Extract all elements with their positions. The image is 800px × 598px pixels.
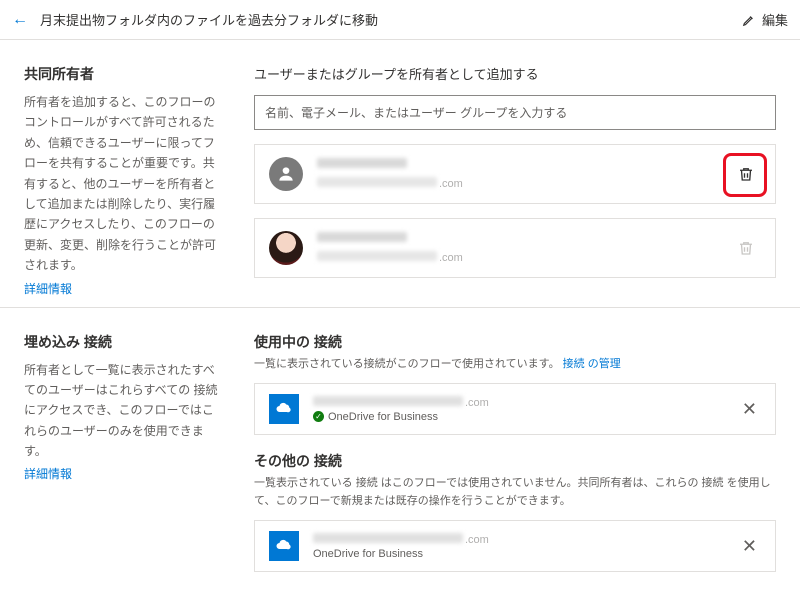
check-icon: ✓	[313, 411, 324, 422]
add-owner-heading: ユーザーまたはグループを所有者として追加する	[254, 64, 776, 83]
connection-info: .com ✓ OneDrive for Business	[313, 396, 738, 423]
owner-email-redacted	[317, 177, 437, 187]
owner-info: .com	[317, 158, 731, 190]
trash-icon	[737, 239, 755, 257]
connection-service-row: OneDrive for Business	[313, 548, 738, 560]
owner-card: .com	[254, 218, 776, 278]
back-arrow-icon[interactable]: ←	[12, 11, 28, 29]
connection-email-suffix: .com	[465, 397, 489, 409]
owner-email-suffix: .com	[439, 252, 463, 264]
connections-section: 埋め込み 接続 所有者として一覧に表示されたすべてのユーザーはこれらすべての 接…	[0, 308, 800, 598]
owners-right-panel: ユーザーまたはグループを所有者として追加する 名前、電子メール、またはユーザー …	[254, 64, 776, 297]
onedrive-icon	[269, 531, 299, 561]
other-conn-heading: その他の 接続	[254, 451, 776, 471]
embed-left-panel: 埋め込み 接続 所有者として一覧に表示されたすべてのユーザーはこれらすべての 接…	[24, 332, 224, 589]
embed-heading: 埋め込み 接続	[24, 332, 224, 352]
connection-email-redacted	[313, 533, 463, 543]
top-bar: ← 月末提出物フォルダ内のファイルを過去分フォルダに移動 編集	[0, 0, 800, 40]
embed-details-link[interactable]: 詳細情報	[24, 465, 72, 482]
owners-details-link[interactable]: 詳細情報	[24, 280, 72, 297]
owner-email-suffix: .com	[439, 178, 463, 190]
owner-name-redacted	[317, 158, 407, 168]
page-title: 月末提出物フォルダ内のファイルを過去分フォルダに移動	[40, 10, 742, 29]
onedrive-icon	[269, 394, 299, 424]
in-use-sub-prefix: 一覧に表示されている接続がこのフローで使用されています。	[254, 358, 560, 370]
connection-service: OneDrive for Business	[328, 411, 438, 423]
remove-connection-button[interactable]: ✕	[738, 399, 761, 420]
owners-section: 共同所有者 所有者を追加すると、このフローのコントロールがすべて許可されるため、…	[0, 40, 800, 307]
avatar-placeholder-icon	[269, 157, 303, 191]
connections-right-panel: 使用中の 接続 一覧に表示されている接続がこのフローで使用されています。 接続 …	[254, 332, 776, 589]
other-conn-subtext: 一覧表示されている 接続 はこのフローでは使用されていません。共同所有者は、これ…	[254, 475, 776, 510]
owner-info: .com	[317, 232, 731, 264]
owner-search-input[interactable]: 名前、電子メール、またはユーザー グループを入力する	[254, 95, 776, 130]
manage-connections-link[interactable]: 接続 の管理	[563, 358, 621, 370]
remove-connection-button[interactable]: ✕	[738, 536, 761, 557]
owners-left-panel: 共同所有者 所有者を追加すると、このフローのコントロールがすべて許可されるため、…	[24, 64, 224, 297]
connection-email-redacted	[313, 396, 463, 406]
in-use-subtext: 一覧に表示されている接続がこのフローで使用されています。 接続 の管理	[254, 356, 776, 374]
connection-info: .com OneDrive for Business	[313, 533, 738, 560]
owners-heading: 共同所有者	[24, 64, 224, 84]
owner-card: .com	[254, 144, 776, 204]
connection-service-row: ✓ OneDrive for Business	[313, 411, 738, 423]
owners-description: 所有者を追加すると、このフローのコントロールがすべて許可されるため、信頼できるユ…	[24, 92, 224, 276]
connection-card: .com OneDrive for Business ✕	[254, 520, 776, 572]
embed-description: 所有者として一覧に表示されたすべてのユーザーはこれらすべての 接続 にアクセスで…	[24, 360, 224, 462]
connection-card: .com ✓ OneDrive for Business ✕	[254, 383, 776, 435]
edit-label: 編集	[762, 10, 788, 29]
remove-owner-button-disabled	[731, 233, 761, 263]
pencil-icon	[742, 13, 756, 27]
edit-button[interactable]: 編集	[742, 10, 788, 29]
owner-email-redacted	[317, 251, 437, 261]
owner-name-redacted	[317, 232, 407, 242]
trash-icon	[737, 165, 755, 183]
avatar-photo	[269, 231, 303, 265]
remove-owner-button[interactable]	[731, 159, 761, 189]
in-use-heading: 使用中の 接続	[254, 332, 776, 352]
connection-service: OneDrive for Business	[313, 548, 423, 560]
